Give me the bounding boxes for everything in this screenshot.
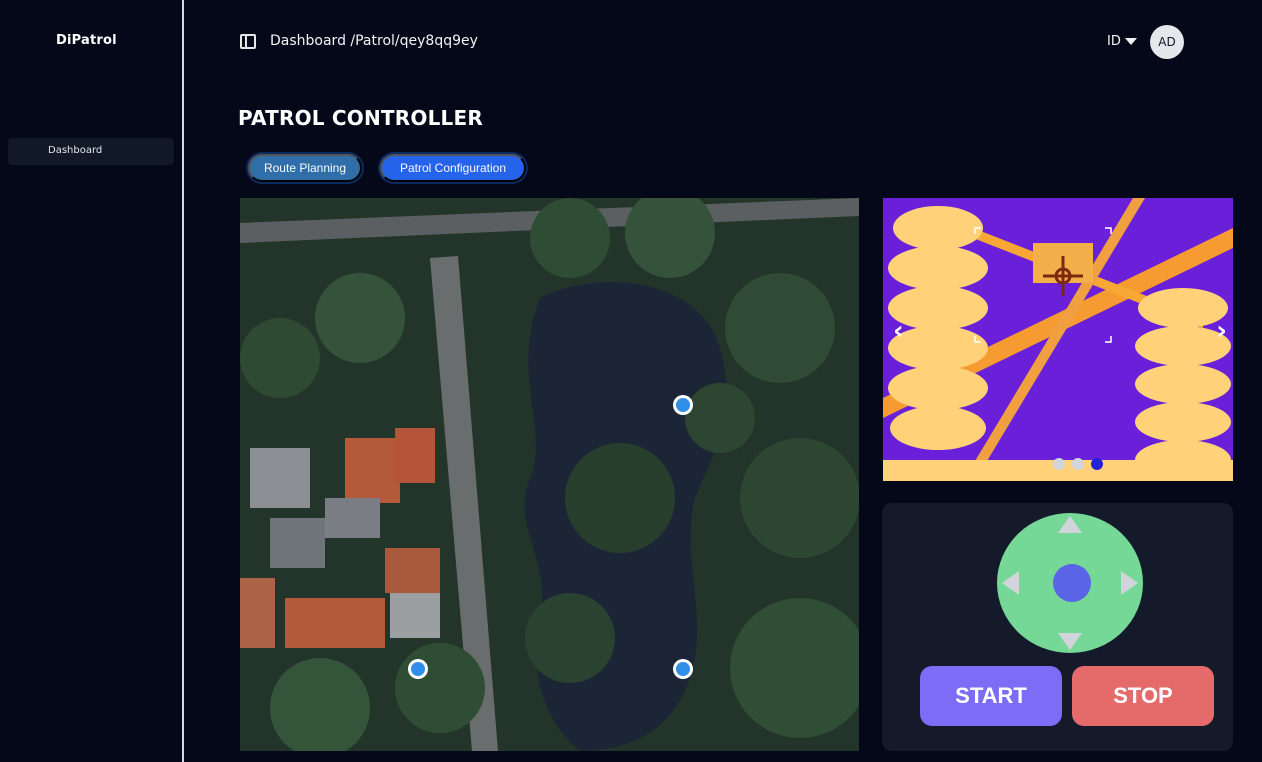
waypoint-marker-icon [673,659,693,679]
patrol-map[interactable] [240,198,859,751]
patrol-controller-panel: START STOP [882,503,1233,751]
language-selector[interactable]: ID [1107,34,1137,49]
carousel-indicators [1053,458,1103,470]
page-title: PATROL CONTROLLER [238,106,483,130]
sidebar: DiPatrol Dashboard [0,0,184,762]
satellite-map-image [240,198,859,751]
chevron-left-icon[interactable]: ‹ [893,316,904,346]
thermal-camera-image [883,198,1233,481]
brand-logo: DiPatrol [56,33,117,48]
waypoint-marker-icon [408,659,428,679]
stop-button[interactable]: STOP [1072,666,1214,726]
sidebar-item-label: Dashboard [48,145,103,156]
chevron-right-icon[interactable]: › [1216,316,1227,346]
carousel-dot[interactable] [1053,458,1065,470]
sidebar-item-dashboard[interactable]: Dashboard [8,138,174,165]
panel-left-icon[interactable] [240,34,256,49]
language-label: ID [1107,34,1121,49]
tab-patrol-configuration[interactable]: Patrol Configuration [380,154,526,182]
camera-feed[interactable]: ‹ › [883,198,1233,481]
breadcrumb: Dashboard /Patrol/qey8qq9ey [270,33,478,49]
carousel-dot-active[interactable] [1091,458,1103,470]
carousel-dot[interactable] [1072,458,1084,470]
direction-joystick[interactable] [997,513,1143,653]
caret-down-icon [1124,38,1137,45]
joystick-knob[interactable] [1053,564,1091,602]
tab-route-planning[interactable]: Route Planning [248,154,362,182]
waypoint-marker-icon [673,395,693,415]
avatar[interactable]: AD [1150,25,1184,59]
start-button[interactable]: START [920,666,1062,726]
avatar-initials: AD [1158,35,1176,49]
